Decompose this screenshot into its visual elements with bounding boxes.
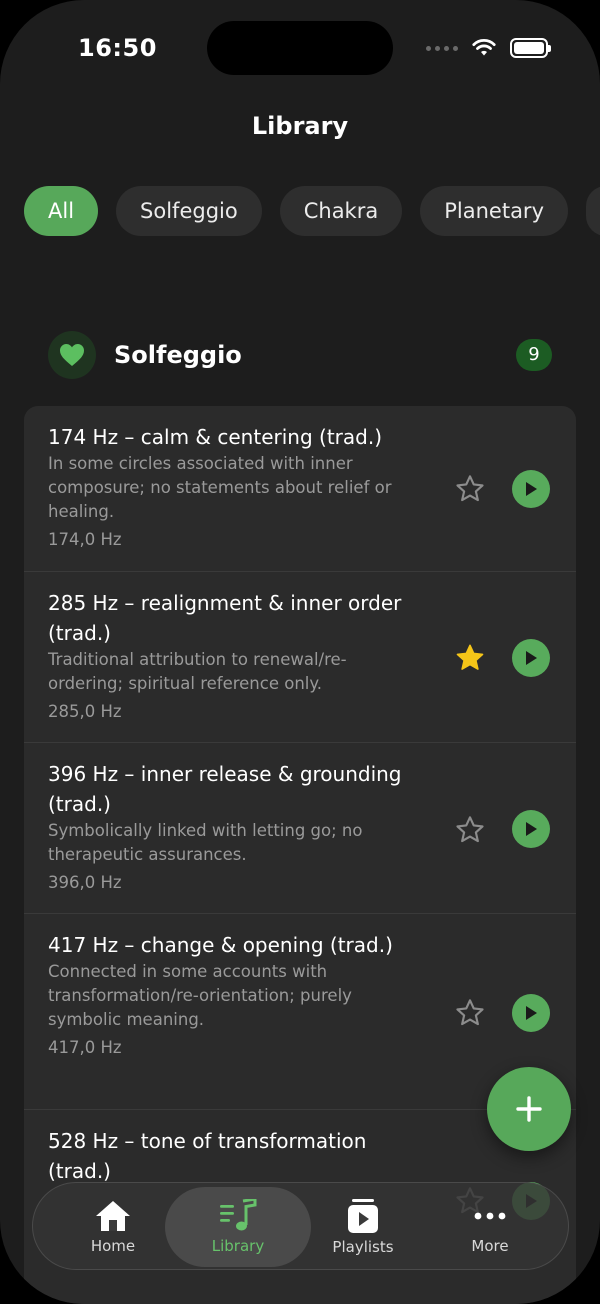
cellular-signal-icon [426, 45, 458, 51]
row-text: 417 Hz – change & opening (trad.) Connec… [48, 930, 408, 1060]
chip-planetary[interactable]: Planetary [420, 186, 568, 236]
status-time: 16:50 [78, 34, 157, 62]
item-title: 396 Hz – inner release & grounding (trad… [48, 762, 402, 816]
item-title: 417 Hz – change & opening (trad.) [48, 933, 393, 957]
category-chips: All Solfeggio Chakra Planetary [24, 186, 600, 236]
chip-overflow[interactable] [586, 186, 600, 236]
tab-home[interactable]: Home [49, 1187, 177, 1267]
add-button[interactable] [487, 1067, 571, 1151]
star-outline-icon[interactable] [454, 997, 486, 1029]
list-item[interactable]: 285 Hz – realignment & inner order (trad… [24, 572, 576, 743]
chip-all[interactable]: All [24, 186, 99, 236]
frequency-list: 174 Hz – calm & centering (trad.) In som… [24, 406, 576, 1304]
tab-label: More [471, 1237, 509, 1255]
row-text: 174 Hz – calm & centering (trad.) In som… [48, 422, 408, 552]
item-description: Traditional attribution to renewal/re-or… [48, 650, 347, 693]
music-list-icon [220, 1199, 257, 1231]
home-icon [96, 1201, 130, 1231]
play-icon [526, 482, 537, 496]
playlist-play-icon [348, 1199, 378, 1233]
dynamic-island [207, 21, 393, 75]
tab-library[interactable]: Library [165, 1187, 311, 1267]
play-button[interactable] [512, 810, 550, 848]
list-item[interactable]: 396 Hz – inner release & grounding (trad… [24, 743, 576, 914]
play-button[interactable] [512, 994, 550, 1032]
item-title: 174 Hz – calm & centering (trad.) [48, 425, 382, 449]
row-text: 396 Hz – inner release & grounding (trad… [48, 759, 408, 895]
item-frequency: 285,0 Hz [48, 702, 122, 721]
play-icon [526, 1006, 537, 1020]
star-outline-icon[interactable] [454, 814, 486, 846]
item-frequency: 417,0 Hz [48, 1038, 122, 1057]
star-outline-icon[interactable] [454, 473, 486, 505]
chip-chakra[interactable]: Chakra [279, 186, 403, 236]
status-icons [426, 38, 551, 58]
battery-icon [510, 38, 551, 58]
tab-more[interactable]: More [426, 1187, 554, 1267]
item-frequency: 174,0 Hz [48, 530, 122, 549]
list-item[interactable]: 417 Hz – change & opening (trad.) Connec… [24, 914, 576, 1110]
row-text: 528 Hz – tone of transformation (trad.) [48, 1126, 408, 1186]
heart-icon [48, 331, 96, 379]
item-title: 528 Hz – tone of transformation (trad.) [48, 1129, 367, 1183]
play-button[interactable] [512, 639, 550, 677]
section-title: Solfeggio [114, 341, 242, 369]
more-icon [474, 1212, 506, 1220]
tab-bar: Home Library Playlists More [32, 1182, 569, 1270]
phone-screen: 16:50 Library All Solfeggio Chakra Plane… [0, 0, 600, 1304]
star-filled-icon[interactable] [454, 642, 486, 674]
tab-label: Library [211, 1237, 265, 1255]
play-icon [526, 822, 537, 836]
play-icon [526, 651, 537, 665]
count-badge: 9 [516, 339, 552, 371]
tab-label: Playlists [332, 1238, 394, 1256]
item-frequency: 396,0 Hz [48, 873, 122, 892]
play-button[interactable] [512, 470, 550, 508]
page-title: Library [251, 112, 349, 140]
tab-playlists[interactable]: Playlists [299, 1187, 427, 1267]
wifi-icon [472, 39, 496, 56]
item-description: Connected in some accounts with transfor… [48, 962, 352, 1029]
item-title: 285 Hz – realignment & inner order (trad… [48, 591, 402, 645]
chip-solfeggio[interactable]: Solfeggio [116, 186, 262, 236]
item-description: In some circles associated with inner co… [48, 454, 392, 521]
row-text: 285 Hz – realignment & inner order (trad… [48, 588, 408, 724]
plus-icon [516, 1096, 542, 1122]
tab-label: Home [90, 1237, 136, 1255]
list-item[interactable]: 174 Hz – calm & centering (trad.) In som… [24, 406, 576, 572]
section-header: Solfeggio 9 [48, 331, 552, 379]
item-description: Symbolically linked with letting go; no … [48, 821, 363, 864]
